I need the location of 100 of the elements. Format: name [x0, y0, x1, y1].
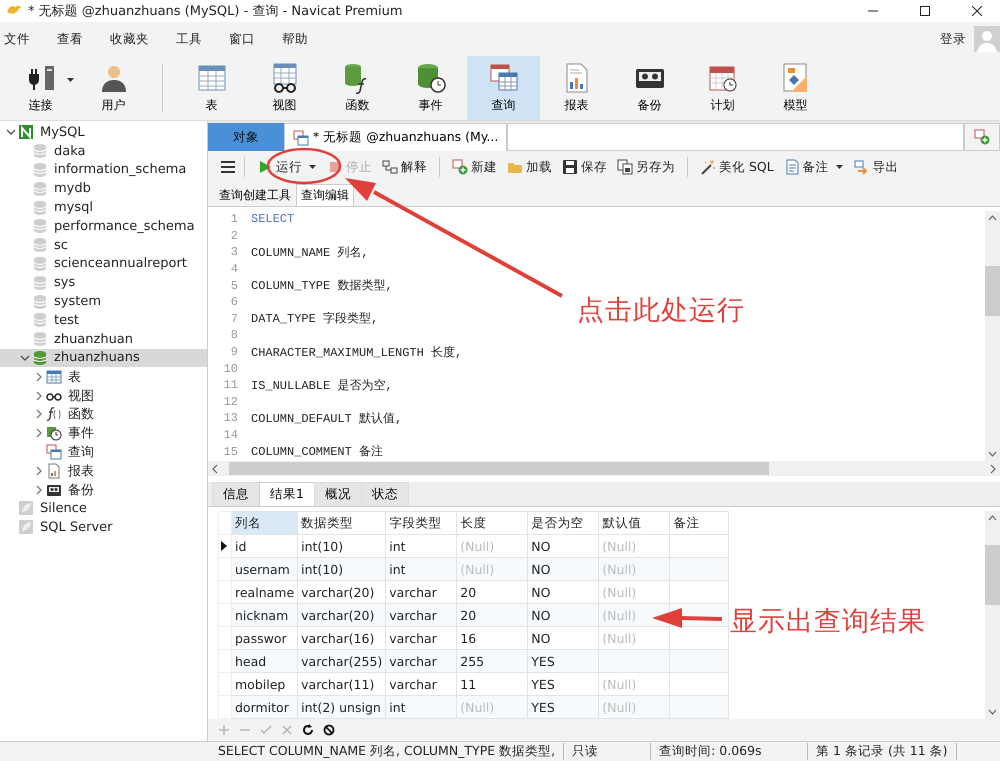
- row-header[interactable]: [218, 534, 232, 558]
- tree-item[interactable]: system: [0, 292, 207, 311]
- toolbar-button[interactable]: 备份: [613, 56, 686, 120]
- tree-item[interactable]: daka: [0, 142, 207, 161]
- tree-item[interactable]: performance_schema: [0, 216, 207, 236]
- column-header[interactable]: 默认值: [598, 512, 670, 534]
- database-icon: [32, 294, 48, 310]
- caret-icon[interactable]: [308, 164, 317, 170]
- menu-item[interactable]: 文件: [4, 30, 43, 48]
- table-cell: NO: [528, 558, 599, 580]
- caret-icon[interactable]: [834, 164, 844, 170]
- menu-item[interactable]: 窗口: [229, 30, 268, 48]
- check-icon[interactable]: [260, 724, 272, 736]
- toolbar-button[interactable]: 计划: [686, 56, 759, 120]
- toolbar-button[interactable]: 报表: [540, 56, 613, 120]
- toolbar-button[interactable]: 另存为: [613, 156, 679, 178]
- menu-item[interactable]: 查看: [57, 30, 96, 48]
- scrollbar[interactable]: [985, 511, 1000, 719]
- menu-item[interactable]: 收藏夹: [110, 30, 162, 48]
- tree-item[interactable]: 表: [0, 367, 207, 386]
- column-header[interactable]: 数据类型: [298, 512, 386, 534]
- new-tab-icon[interactable]: [974, 129, 990, 145]
- save-icon: [562, 159, 578, 175]
- editor-tab[interactable]: 查询编辑: [296, 184, 354, 206]
- toolbar-button[interactable]: 事件: [394, 56, 467, 120]
- tree-item[interactable]: sys: [0, 273, 207, 292]
- scrollbar[interactable]: [985, 211, 1000, 461]
- toolbar-button[interactable]: 运行: [253, 156, 321, 178]
- explain-icon: [382, 159, 398, 175]
- column-header[interactable]: 是否为空: [528, 512, 599, 534]
- toolbar-button[interactable]: 加载: [503, 156, 556, 178]
- tree-item[interactable]: zhuanzhuans: [0, 348, 207, 368]
- row-pointer-icon: [221, 540, 227, 550]
- status-text: 第 1 条记录 (共 11 条): [808, 743, 957, 760]
- toolbar-button[interactable]: 美化 SQL: [696, 156, 778, 178]
- menu-item[interactable]: 工具: [176, 30, 215, 48]
- toolbar-button[interactable]: 备注: [780, 156, 848, 178]
- column-header[interactable]: 长度: [456, 512, 528, 534]
- toolbar-button[interactable]: 视图: [248, 56, 321, 120]
- toolbar-button[interactable]: 新建: [448, 156, 501, 178]
- toolbar-button[interactable]: 导出: [850, 156, 903, 178]
- database-icon: [32, 200, 48, 216]
- result-tab[interactable]: 概况: [314, 482, 362, 506]
- column-header[interactable]: 备注: [670, 512, 729, 534]
- column-header[interactable]: 字段类型: [386, 512, 457, 534]
- column-header[interactable]: 列名: [232, 512, 298, 534]
- toolbar-button[interactable]: 连接: [4, 56, 77, 120]
- tree-item[interactable]: MySQL: [0, 123, 207, 142]
- stop-icon[interactable]: [323, 724, 335, 736]
- tree-item[interactable]: 事件: [0, 424, 207, 443]
- tree-item[interactable]: mydb: [0, 179, 207, 198]
- login-link[interactable]: 登录: [940, 30, 966, 48]
- code-line: COLUMN_TYPE 数据类型,: [251, 278, 393, 294]
- table-cell: dormitor: [232, 696, 298, 718]
- window-title: * 无标题 @zhuanzhuans (MySQL) - 查询 - Navicat Premium: [28, 3, 404, 20]
- menu-icon[interactable]: [220, 160, 236, 174]
- editor-tab[interactable]: 查询创建工具: [214, 184, 296, 206]
- tree-item[interactable]: 备份: [0, 480, 207, 499]
- toolbar-button[interactable]: 函数: [321, 56, 394, 120]
- tree-item[interactable]: SQL Server: [0, 518, 207, 537]
- scrollbar-thumb[interactable]: [985, 266, 1000, 316]
- scrollbar-thumb[interactable]: [229, 462, 769, 475]
- result-tab[interactable]: 状态: [360, 482, 409, 506]
- tree-item[interactable]: test: [0, 310, 207, 330]
- table-cell: NO: [528, 604, 599, 626]
- tree-item[interactable]: 报表: [0, 461, 207, 480]
- toolbar-button[interactable]: 查询: [467, 56, 540, 120]
- query-tab[interactable]: * 无标题 @zhuanzhuans (My...: [284, 123, 508, 151]
- table-cell: 255: [456, 650, 528, 672]
- toolbar-button[interactable]: 解释: [378, 156, 431, 178]
- tree-item[interactable]: 函数: [0, 404, 207, 424]
- table-cell: (Null): [456, 696, 528, 718]
- caret-icon[interactable]: [67, 78, 74, 83]
- tree-item[interactable]: 查询: [0, 442, 207, 462]
- result-tab[interactable]: 信息: [212, 482, 260, 506]
- export-icon: [854, 159, 870, 175]
- table-cell: (Null): [598, 558, 670, 580]
- tree-item[interactable]: mysql: [0, 198, 207, 217]
- database-icon: [32, 312, 48, 328]
- result-tab[interactable]: 结果1: [259, 482, 315, 506]
- menu-item[interactable]: 帮助: [282, 30, 321, 48]
- toolbar-button[interactable]: 模型: [759, 56, 832, 120]
- scrollbar-thumb[interactable]: [985, 545, 1000, 605]
- scrollbar[interactable]: [208, 461, 1000, 476]
- tree-item[interactable]: sc: [0, 236, 207, 255]
- tree-item[interactable]: information_schema: [0, 160, 207, 180]
- toolbar-button[interactable]: 用户: [77, 56, 150, 120]
- toolbar-button[interactable]: 保存: [558, 156, 611, 178]
- tree-item[interactable]: zhuanzhuan: [0, 330, 207, 349]
- refresh-icon[interactable]: [302, 724, 314, 736]
- database-icon: [32, 162, 48, 178]
- stacked-tables-icon: [46, 444, 62, 460]
- database-clock-icon: [46, 425, 62, 442]
- objects-tab[interactable]: 对象: [208, 123, 284, 151]
- tree-item[interactable]: Silence: [0, 498, 207, 518]
- toolbar-button[interactable]: 表: [175, 56, 248, 120]
- new-tab-button[interactable]: [964, 123, 1000, 151]
- tree-item[interactable]: 视图: [0, 386, 207, 405]
- stacked-tables-icon: [293, 130, 309, 146]
- tree-item[interactable]: scienceannualreport: [0, 254, 207, 274]
